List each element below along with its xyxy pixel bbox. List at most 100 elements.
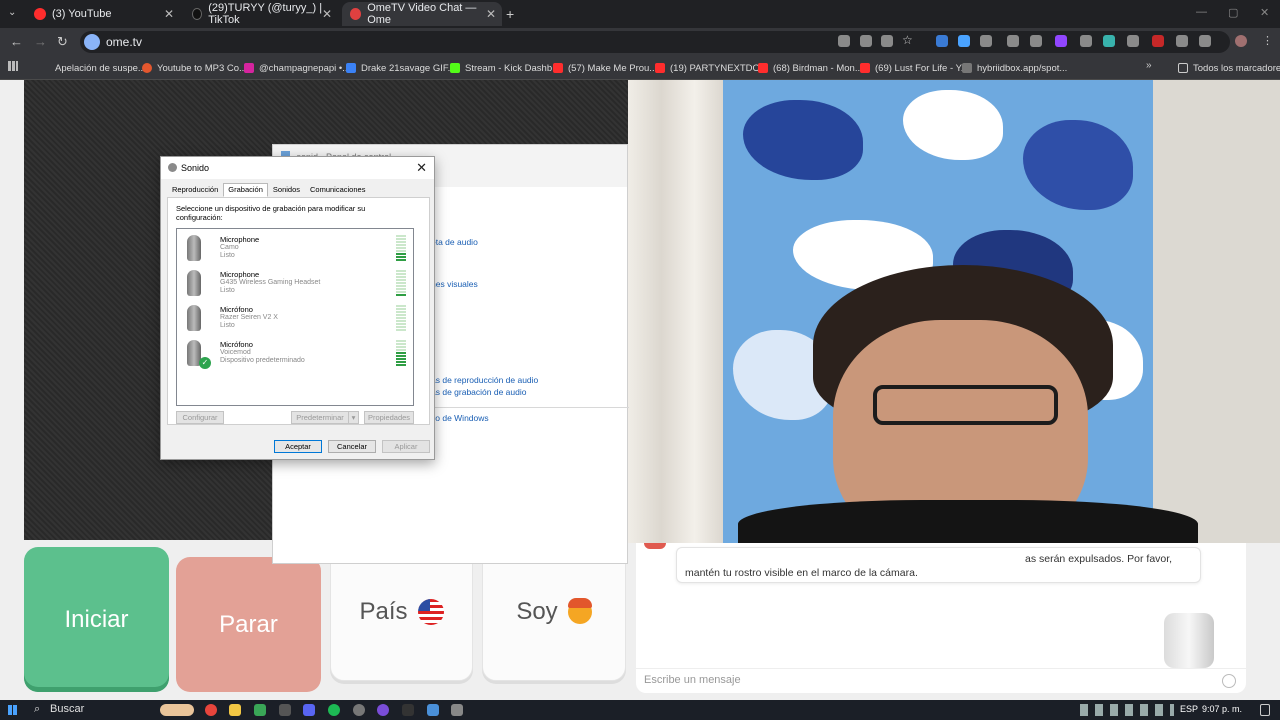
level-segment [396, 256, 406, 258]
app-icon-2[interactable] [279, 704, 291, 716]
bookmark-item[interactable]: (57) Make Me Prou... [553, 60, 657, 76]
back-icon[interactable]: ← [10, 34, 23, 49]
install-icon[interactable] [860, 35, 872, 47]
properties-button[interactable]: Propiedades [364, 411, 414, 424]
apps-icon[interactable] [8, 61, 18, 71]
set-default-button[interactable]: Predeterminar [291, 411, 349, 424]
level-segment [396, 273, 406, 275]
close-window-icon[interactable]: ✕ [1260, 6, 1269, 19]
reload-icon[interactable]: ↻ [57, 34, 68, 50]
new-tab-button[interactable]: + [506, 6, 514, 22]
taskbar-search[interactable]: Buscar [50, 703, 84, 715]
notification-icon[interactable] [1260, 704, 1270, 716]
clock[interactable]: 9:07 p. m. [1202, 704, 1242, 714]
extension-icon-5[interactable] [1030, 35, 1042, 47]
extension-icon-9[interactable] [1152, 35, 1164, 47]
star-icon[interactable]: ☆ [902, 33, 914, 47]
bookmark-item[interactable]: Stream - Kick Dashb... [450, 60, 560, 76]
close-tab-icon[interactable]: ✕ [164, 7, 174, 21]
bookmark-item[interactable]: Drake 21savage GIF... [346, 60, 456, 76]
extension-icon-6[interactable] [1080, 35, 1092, 47]
bookmark-item[interactable]: @champagnepapi •... [244, 60, 350, 76]
stop-button[interactable]: Parar [176, 557, 321, 692]
extension-icon-10[interactable] [1176, 35, 1188, 47]
device-item[interactable]: Microphone Camo Listo [177, 231, 413, 265]
configure-button[interactable]: Configurar [176, 411, 224, 424]
extension-icon-3[interactable] [980, 35, 992, 47]
close-tab-icon[interactable]: ✕ [486, 7, 496, 21]
tiktok-icon [192, 8, 203, 20]
level-segment [396, 358, 406, 360]
extension-icon-2[interactable] [958, 35, 970, 47]
bookmark-item[interactable]: (68) Birdman - Mon... [758, 60, 863, 76]
search-icon[interactable]: ⌕ [34, 703, 40, 716]
apply-button[interactable]: Aplicar [382, 440, 430, 453]
extensions-puzzle-icon[interactable] [1199, 35, 1211, 47]
file-explorer-icon[interactable] [229, 704, 241, 716]
app-icon-1[interactable] [254, 704, 266, 716]
close-icon[interactable]: ✕ [416, 160, 427, 176]
extension-icon-7[interactable] [1103, 35, 1115, 47]
spotify-icon[interactable] [328, 704, 340, 716]
bookmark-item[interactable]: hybriidbox.app/spot... [962, 60, 1067, 76]
bookmark-item[interactable]: (69) Lust For Life - Y... [860, 60, 969, 76]
forward-icon[interactable]: → [34, 34, 47, 49]
menu-icon[interactable]: ⋮ [1262, 34, 1274, 47]
tab-ometv[interactable]: OmeTV Video Chat — Ome ✕ [342, 2, 502, 26]
language-indicator[interactable]: ESP [1180, 704, 1198, 714]
tab-youtube[interactable]: (3) YouTube ✕ [26, 2, 180, 26]
tray-icons[interactable] [1080, 704, 1174, 716]
restore-icon[interactable]: ▢ [1228, 6, 1238, 19]
cp-link-audio-card[interactable]: eta de audio [431, 237, 478, 247]
dialog-title: Sonido [181, 163, 210, 173]
level-segment [396, 329, 406, 331]
tab-communications[interactable]: Comunicaciones [305, 183, 370, 197]
extension-icon-4[interactable] [1007, 35, 1019, 47]
app-icon-3[interactable] [353, 704, 365, 716]
tab-sounds[interactable]: Sonidos [268, 183, 305, 197]
close-tab-icon[interactable]: ✕ [322, 7, 332, 21]
tab-recording[interactable]: Grabación [223, 183, 268, 197]
cp-link-playback[interactable]: as de reproducción de audio [431, 375, 538, 385]
bookmark-item[interactable]: (19) PARTYNEXTDO... [655, 60, 768, 76]
extension-icon-1[interactable] [936, 35, 948, 47]
set-default-dropdown[interactable]: ▾ [348, 411, 359, 424]
bookmark-item[interactable]: Apelación de suspe... [40, 60, 146, 76]
profile-avatar[interactable] [1235, 35, 1247, 47]
chat-input[interactable]: Escribe un mensaje [636, 668, 1246, 693]
app-icon-4[interactable] [402, 704, 414, 716]
emoji-icon[interactable] [1222, 674, 1236, 688]
cp-link-recording[interactable]: as de grabación de audio [431, 387, 526, 397]
bookmark-item[interactable]: Youtube to MP3 Co... [142, 60, 247, 76]
twitch-icon[interactable] [1055, 35, 1067, 47]
cp-link-windows[interactable]: co de Windows [431, 413, 489, 423]
translate-icon[interactable] [838, 35, 850, 47]
level-segment [396, 276, 406, 278]
device-item-default[interactable]: ✓ Micrófono Voicemod Dispositivo predete… [177, 336, 413, 370]
device-item[interactable]: Micrófono Razer Seiren V2 X Listo [177, 301, 413, 335]
site-info-icon[interactable] [84, 34, 100, 50]
chrome-icon[interactable] [205, 704, 217, 716]
eye-icon[interactable] [881, 35, 893, 47]
app-icon-6[interactable] [451, 704, 463, 716]
cancel-button[interactable]: Cancelar [328, 440, 376, 453]
ok-button[interactable]: Aceptar [274, 440, 322, 453]
start-button[interactable]: Iniciar [24, 547, 169, 692]
windows-start-icon[interactable] [8, 705, 18, 715]
discord-icon[interactable] [303, 704, 315, 716]
youtube-icon [553, 63, 563, 73]
more-bookmarks-icon[interactable]: » [1146, 60, 1152, 71]
extension-icon-8[interactable] [1127, 35, 1139, 47]
level-segment [396, 326, 406, 328]
app-icon-5[interactable] [427, 704, 439, 716]
level-segment [396, 361, 406, 363]
minimize-icon[interactable]: — [1196, 6, 1207, 18]
widgets-icon[interactable] [160, 704, 194, 716]
tab-tiktok[interactable]: (29)TURYY (@turyy_) | TikTok ✕ [184, 2, 338, 26]
tab-playback[interactable]: Reproducción [167, 183, 223, 197]
cp-link-visual[interactable]: nes visuales [431, 279, 478, 289]
tab-list-icon[interactable]: ⌄ [8, 7, 16, 18]
device-item[interactable]: Microphone G435 Wireless Gaming Headset … [177, 266, 413, 300]
all-bookmarks[interactable]: Todos los marcadores [1178, 60, 1280, 76]
obs-icon[interactable] [377, 704, 389, 716]
